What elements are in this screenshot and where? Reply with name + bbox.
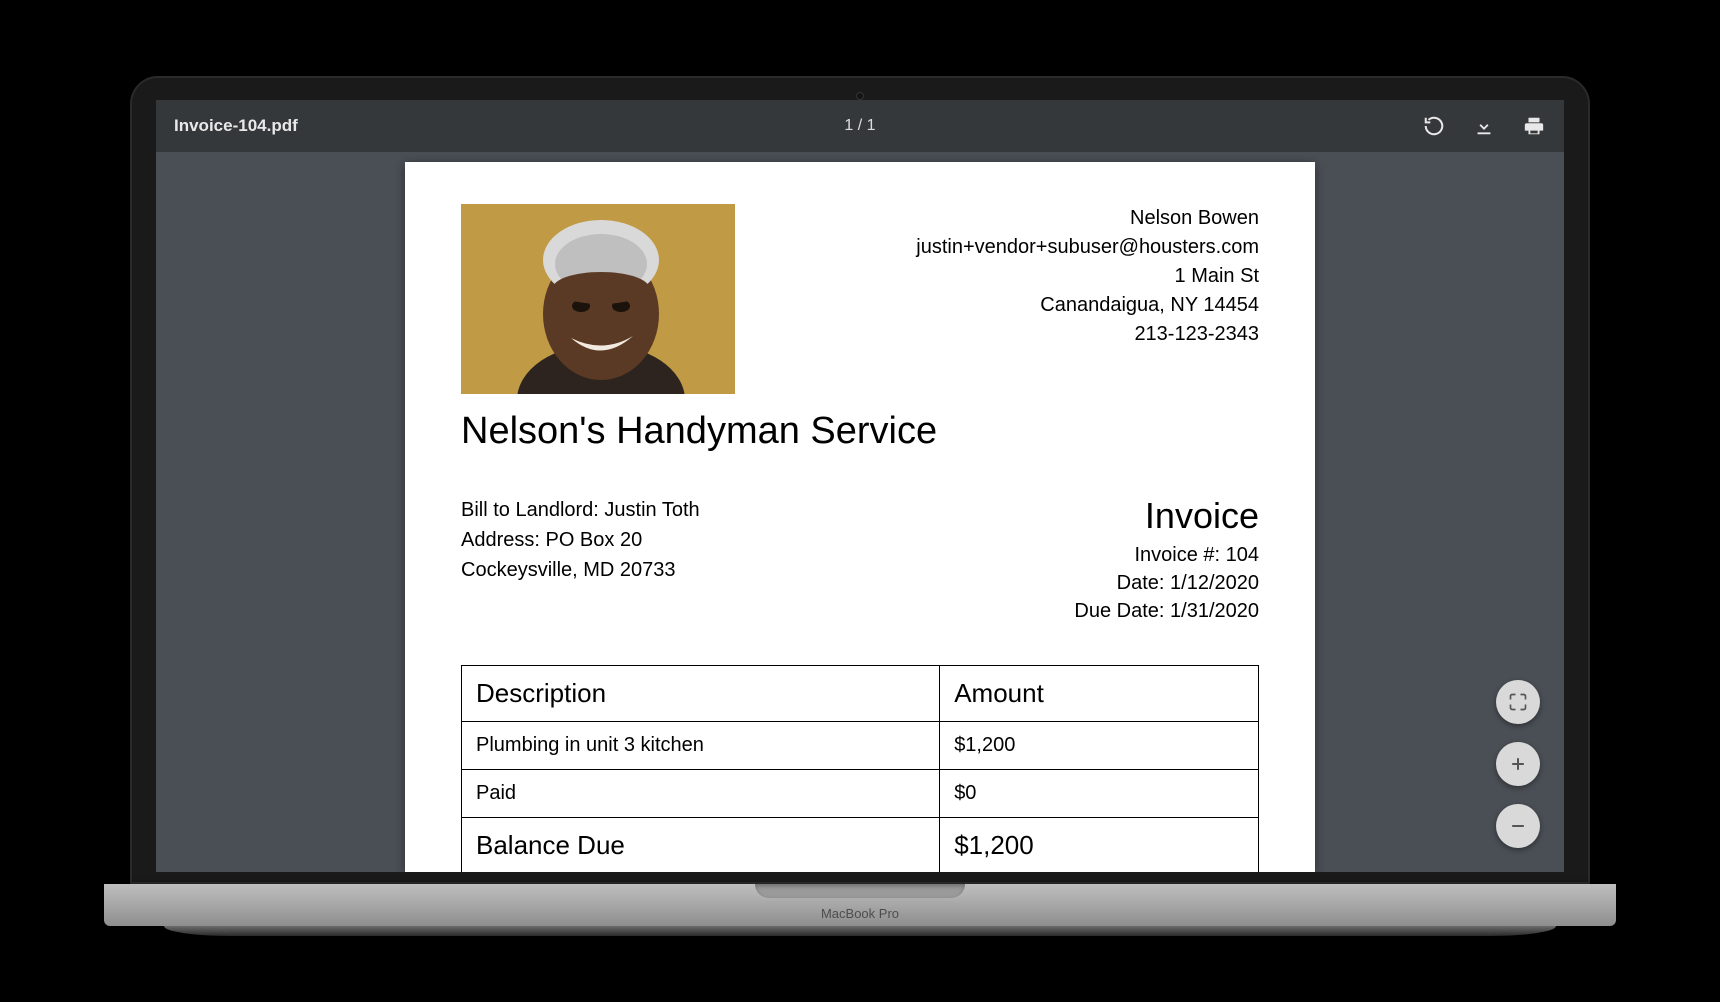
cell-description: Paid [462, 770, 940, 818]
vendor-name: Nelson Bowen [916, 204, 1259, 233]
bill-to-line2: Address: PO Box 20 [461, 525, 700, 555]
invoice-number: Invoice #: 104 [1074, 541, 1259, 569]
laptop-frame: Invoice-104.pdf 1 / 1 [130, 76, 1590, 926]
laptop-notch [755, 884, 965, 898]
vendor-city: Canandaigua, NY 14454 [916, 291, 1259, 320]
document-filename: Invoice-104.pdf [174, 116, 298, 136]
balance-amount: $1,200 [940, 818, 1259, 873]
rotate-icon[interactable] [1422, 114, 1446, 138]
invoice-date: Date: 1/12/2020 [1074, 569, 1259, 597]
download-icon[interactable] [1472, 114, 1496, 138]
bill-to-line3: Cockeysville, MD 20733 [461, 555, 700, 585]
balance-row: Balance Due $1,200 [462, 818, 1259, 873]
table-row: Paid $0 [462, 770, 1259, 818]
table-row: Plumbing in unit 3 kitchen $1,200 [462, 722, 1259, 770]
bill-to-block: Bill to Landlord: Justin Toth Address: P… [461, 495, 700, 625]
company-name: Nelson's Handyman Service [461, 410, 1259, 453]
viewer-toolbar: Invoice-104.pdf 1 / 1 [156, 100, 1564, 152]
document-viewport[interactable]: Nelson Bowen justin+vendor+subuser@houst… [156, 152, 1564, 872]
invoice-line-items-table: Description Amount Plumbing in unit 3 ki… [461, 665, 1259, 872]
col-header-description: Description [462, 666, 940, 722]
invoice-meta-block: Invoice Invoice #: 104 Date: 1/12/2020 D… [1074, 495, 1259, 625]
invoice-title: Invoice [1074, 495, 1259, 537]
zoom-in-button[interactable] [1496, 742, 1540, 786]
bill-to-line1: Bill to Landlord: Justin Toth [461, 495, 700, 525]
print-icon[interactable] [1522, 114, 1546, 138]
col-header-amount: Amount [940, 666, 1259, 722]
vendor-photo [461, 204, 735, 394]
device-label: MacBook Pro [821, 906, 899, 921]
page-indicator: 1 / 1 [844, 117, 875, 135]
laptop-base: MacBook Pro [104, 884, 1616, 926]
vendor-phone: 213-123-2343 [916, 320, 1259, 349]
vendor-street: 1 Main St [916, 262, 1259, 291]
webcam [856, 92, 864, 100]
vendor-email: justin+vendor+subuser@housters.com [916, 233, 1259, 262]
pdf-viewer: Invoice-104.pdf 1 / 1 [156, 100, 1564, 872]
balance-label: Balance Due [462, 818, 940, 873]
fit-to-page-button[interactable] [1496, 680, 1540, 724]
zoom-out-button[interactable] [1496, 804, 1540, 848]
invoice-due-date: Due Date: 1/31/2020 [1074, 597, 1259, 625]
invoice-page: Nelson Bowen justin+vendor+subuser@houst… [405, 162, 1315, 872]
cell-amount: $1,200 [940, 722, 1259, 770]
vendor-address-block: Nelson Bowen justin+vendor+subuser@houst… [916, 204, 1259, 349]
screen-bezel: Invoice-104.pdf 1 / 1 [130, 76, 1590, 884]
cell-description: Plumbing in unit 3 kitchen [462, 722, 940, 770]
cell-amount: $0 [940, 770, 1259, 818]
